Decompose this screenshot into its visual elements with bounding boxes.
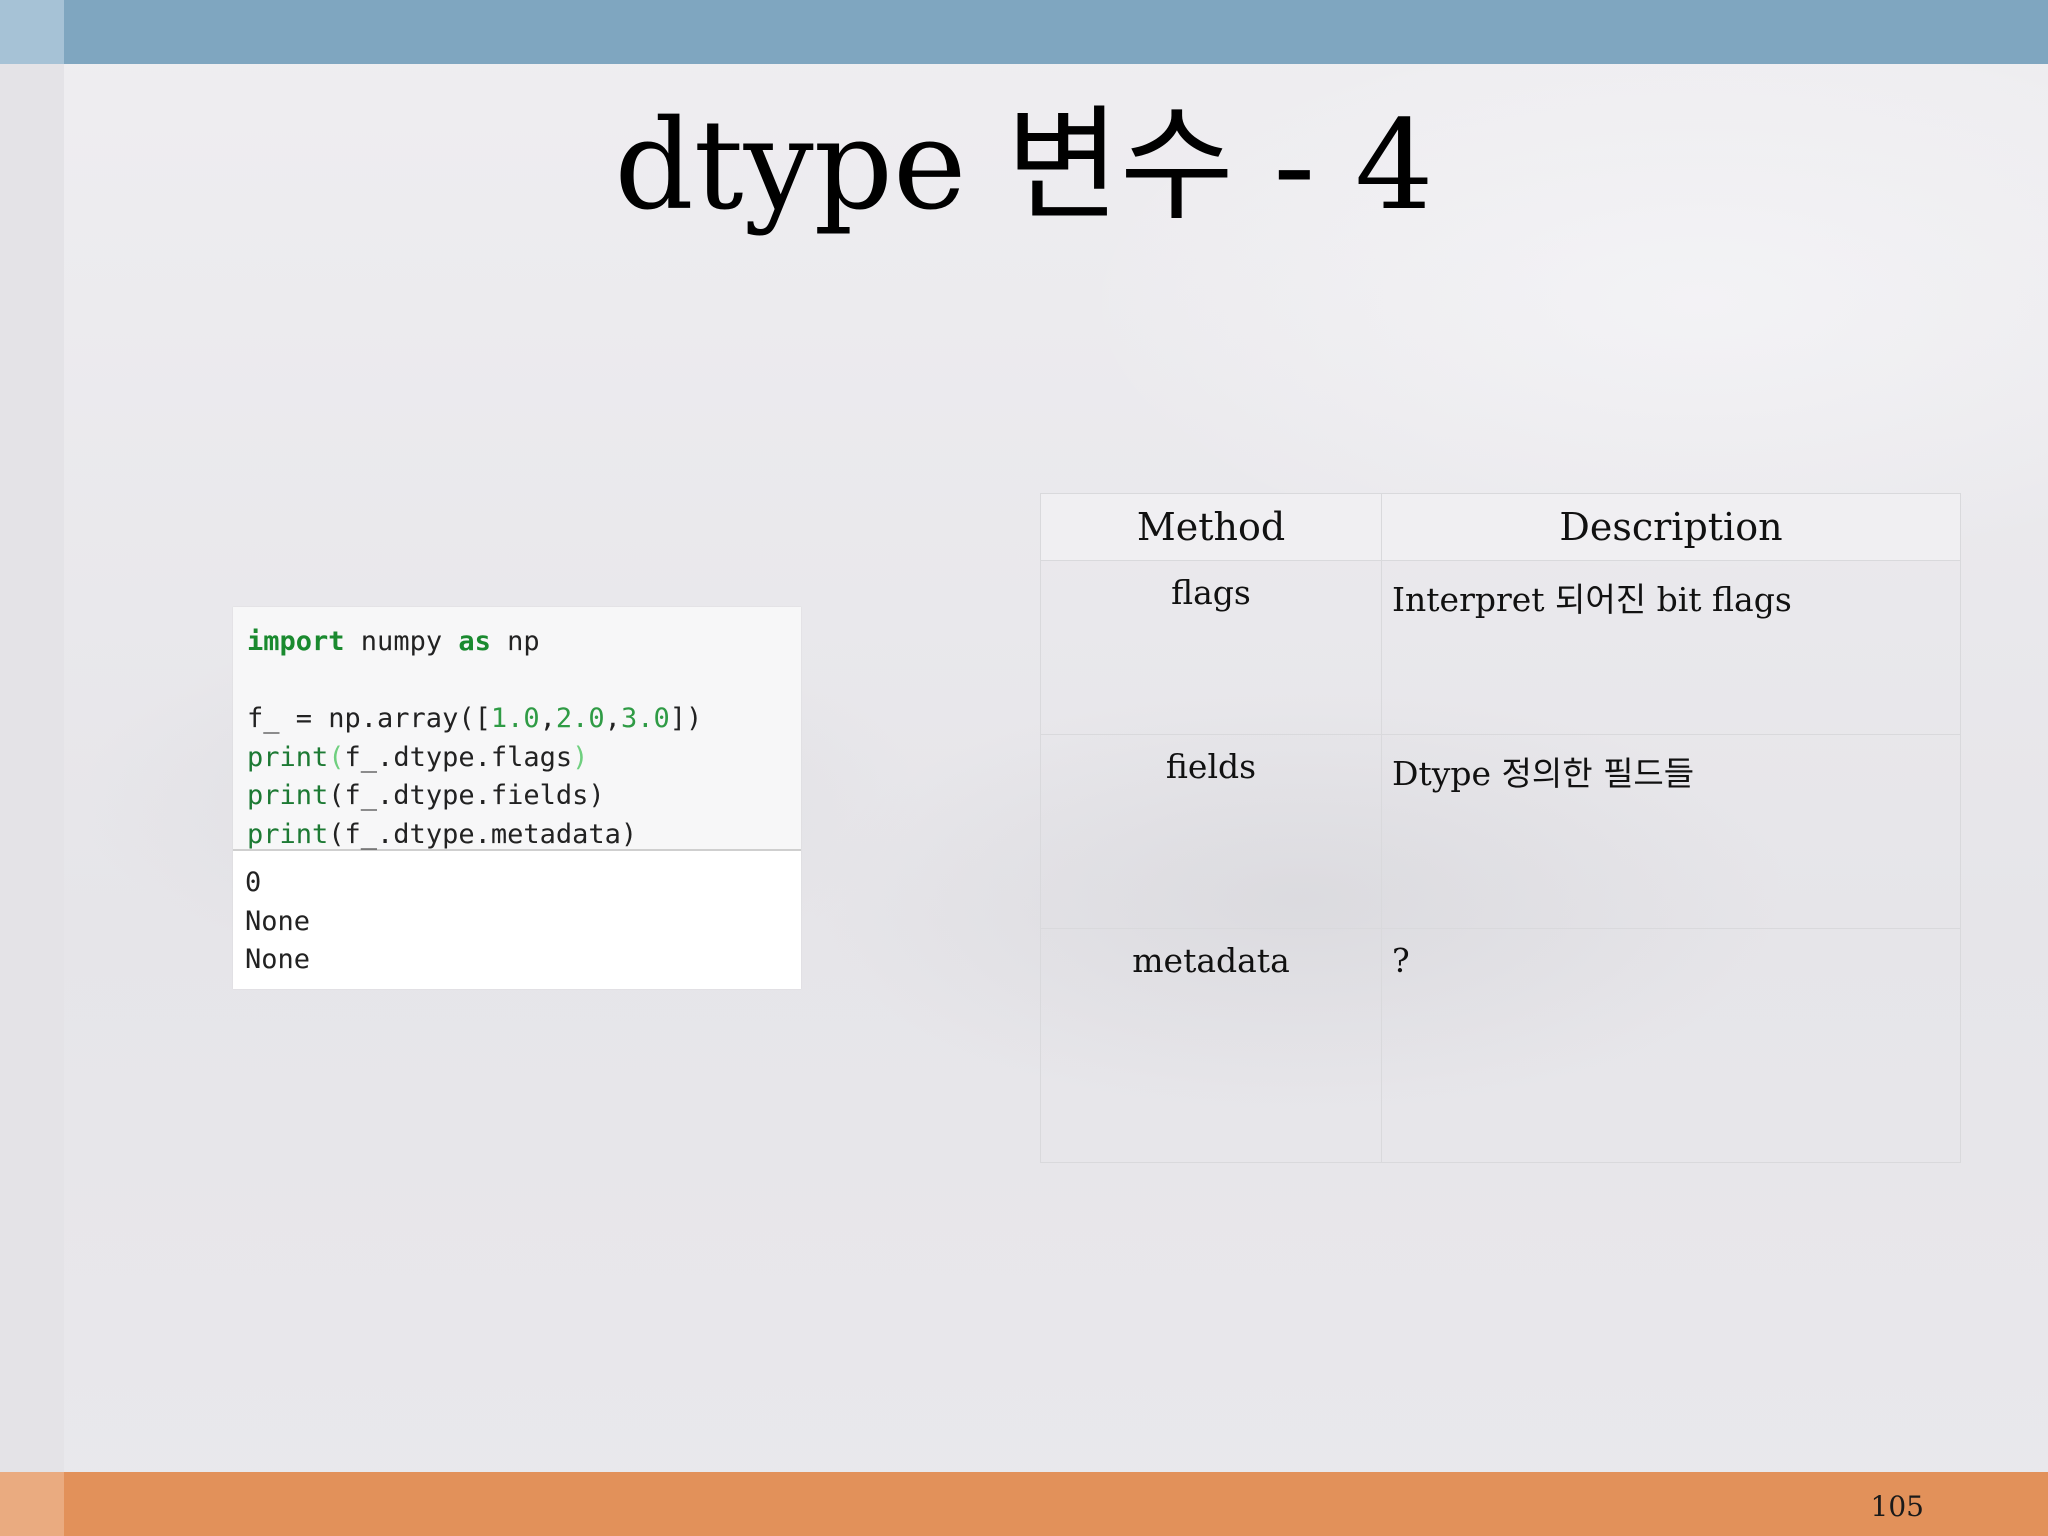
code-token: (f_.dtype.fields): [328, 780, 605, 811]
code-token: f_.dtype.flags: [344, 741, 573, 773]
bottom-bar-corner: [0, 1472, 64, 1536]
code-token: (f_.dtype.metadata): [328, 818, 638, 850]
table-row: flags Interpret 되어진 bit flags: [1040, 560, 1961, 735]
header-description: Description: [1381, 493, 1961, 561]
table-row: fields Dtype 정의한 필드들: [1040, 734, 1961, 929]
code-line: print(f_.dtype.fields): [247, 777, 787, 816]
method-cell: fields: [1040, 734, 1382, 929]
method-table: Method Description flags Interpret 되어진 b…: [1040, 493, 1961, 1163]
code-line: import numpy as np: [247, 623, 787, 662]
code-token: numpy: [344, 626, 459, 657]
code-token: print: [247, 780, 329, 811]
code-token: 2.0: [555, 703, 605, 734]
code-line: print(f_.dtype.flags): [247, 739, 787, 778]
bottom-accent-bar: [0, 1472, 2048, 1536]
description-cell: Dtype 정의한 필드들: [1381, 734, 1961, 929]
code-token: import: [247, 626, 345, 657]
code-token: print: [247, 741, 329, 773]
table-header-row: Method Description: [1040, 493, 1961, 561]
top-accent-bar: [0, 0, 2048, 64]
description-cell: ?: [1381, 928, 1961, 1163]
slide-title: dtype 변수 - 4: [614, 94, 1434, 238]
code-token: 3.0: [620, 703, 670, 734]
code-token: np: [490, 626, 540, 657]
code-token: ]): [669, 703, 703, 734]
output-line: None: [245, 944, 311, 975]
method-cell: flags: [1040, 560, 1382, 735]
top-bar-corner: [0, 0, 64, 64]
code-token: 1.0: [490, 703, 540, 734]
code-input-area: import numpy as np f_ = np.array([1.0,2.0…: [233, 607, 801, 851]
output-line: None: [245, 905, 311, 937]
page-number: 105: [1870, 1490, 1924, 1523]
code-cell: import numpy as np f_ = np.array([1.0,2.0…: [233, 607, 801, 989]
code-token: f_ = np.array([: [247, 703, 491, 734]
description-cell: Interpret 되어진 bit flags: [1381, 560, 1961, 735]
code-token: (: [328, 741, 345, 773]
output-line: 0: [245, 867, 262, 898]
code-token: print: [247, 818, 329, 850]
table-row: metadata ?: [1040, 928, 1961, 1163]
header-method: Method: [1040, 493, 1382, 561]
code-token: ,: [539, 703, 556, 734]
code-token: ,: [604, 703, 621, 734]
code-line: f_ = np.array([1.0,2.0,3.0]): [247, 700, 787, 739]
code-output-area: 0 None None: [233, 851, 801, 989]
code-token: as: [458, 626, 491, 657]
code-line: print(f_.dtype.metadata): [247, 816, 787, 855]
code-token: ): [572, 741, 589, 773]
method-cell: metadata: [1040, 928, 1382, 1163]
